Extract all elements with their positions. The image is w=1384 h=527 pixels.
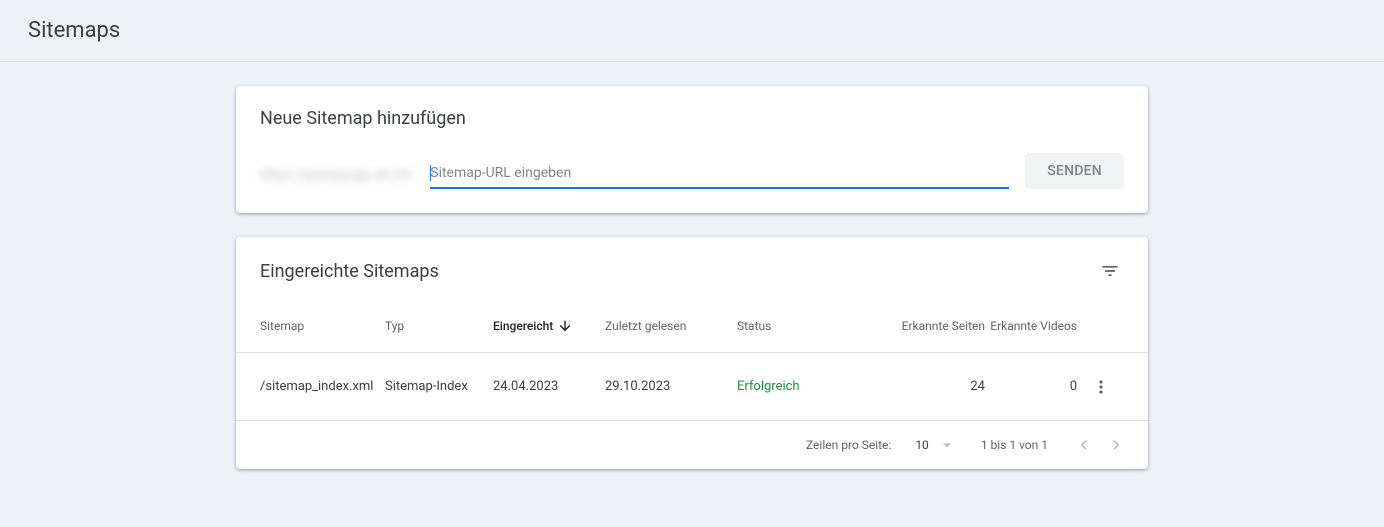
cell-sitemap: /sitemap_index.xml	[260, 379, 385, 394]
rows-per-page-value: 10	[915, 438, 929, 452]
url-input-wrap	[430, 161, 1009, 189]
prev-page-button[interactable]	[1072, 433, 1096, 457]
cell-pages: 24	[851, 379, 985, 394]
add-sitemap-card: Neue Sitemap hinzufügen https://pranayog…	[236, 86, 1148, 213]
add-sitemap-row: https://pranayoga-ah.ch/ SENDEN	[260, 153, 1124, 189]
add-sitemap-title: Neue Sitemap hinzufügen	[260, 108, 1124, 129]
col-status[interactable]: Status	[737, 319, 851, 333]
chevron-right-icon	[1106, 435, 1126, 455]
col-submitted-label: Eingereicht	[493, 319, 553, 333]
cell-type: Sitemap-Index	[385, 379, 493, 394]
col-videos[interactable]: Erkannte Videos	[985, 319, 1077, 333]
submitted-sitemaps-card: Eingereichte Sitemaps Sitemap Typ Einger…	[236, 237, 1148, 469]
table-row[interactable]: /sitemap_index.xml Sitemap-Index 24.04.2…	[236, 353, 1148, 421]
url-prefix: https://pranayoga-ah.ch/	[260, 167, 414, 189]
content: Neue Sitemap hinzufügen https://pranayog…	[236, 62, 1148, 469]
pagination: Zeilen pro Seite: 10 1 bis 1 von 1	[236, 421, 1148, 469]
page-title: Sitemaps	[28, 18, 1356, 43]
rows-per-page-label: Zeilen pro Seite:	[806, 438, 891, 452]
arrow-down-icon	[557, 318, 573, 334]
cell-videos: 0	[985, 379, 1077, 394]
row-menu-button[interactable]	[1087, 373, 1115, 401]
col-type[interactable]: Typ	[385, 319, 493, 333]
dropdown-icon	[937, 435, 957, 455]
list-title: Eingereichte Sitemaps	[260, 261, 439, 282]
col-submitted[interactable]: Eingereicht	[493, 318, 605, 334]
cell-last-read: 29.10.2023	[605, 379, 737, 394]
input-caret	[430, 165, 431, 181]
cell-status: Erfolgreich	[737, 379, 851, 394]
more-vert-icon	[1091, 377, 1111, 397]
submit-button[interactable]: SENDEN	[1025, 153, 1124, 189]
table-head: Sitemap Typ Eingereicht Zuletzt gelesen …	[236, 299, 1148, 353]
cell-actions	[1077, 373, 1115, 401]
pagination-arrows	[1072, 433, 1128, 457]
sitemaps-table: Sitemap Typ Eingereicht Zuletzt gelesen …	[236, 299, 1148, 421]
col-last-read[interactable]: Zuletzt gelesen	[605, 319, 737, 333]
col-pages[interactable]: Erkannte Seiten	[851, 319, 985, 333]
rows-per-page-select[interactable]: 10	[915, 435, 957, 455]
filter-button[interactable]	[1096, 257, 1124, 285]
list-header: Eingereichte Sitemaps	[236, 237, 1148, 299]
chevron-left-icon	[1074, 435, 1094, 455]
cell-submitted: 24.04.2023	[493, 379, 605, 394]
pagination-range: 1 bis 1 von 1	[981, 438, 1048, 452]
filter-icon	[1100, 261, 1120, 281]
page-header: Sitemaps	[0, 0, 1384, 62]
next-page-button[interactable]	[1104, 433, 1128, 457]
sitemap-url-input[interactable]	[430, 161, 1009, 189]
col-sitemap[interactable]: Sitemap	[260, 319, 385, 333]
